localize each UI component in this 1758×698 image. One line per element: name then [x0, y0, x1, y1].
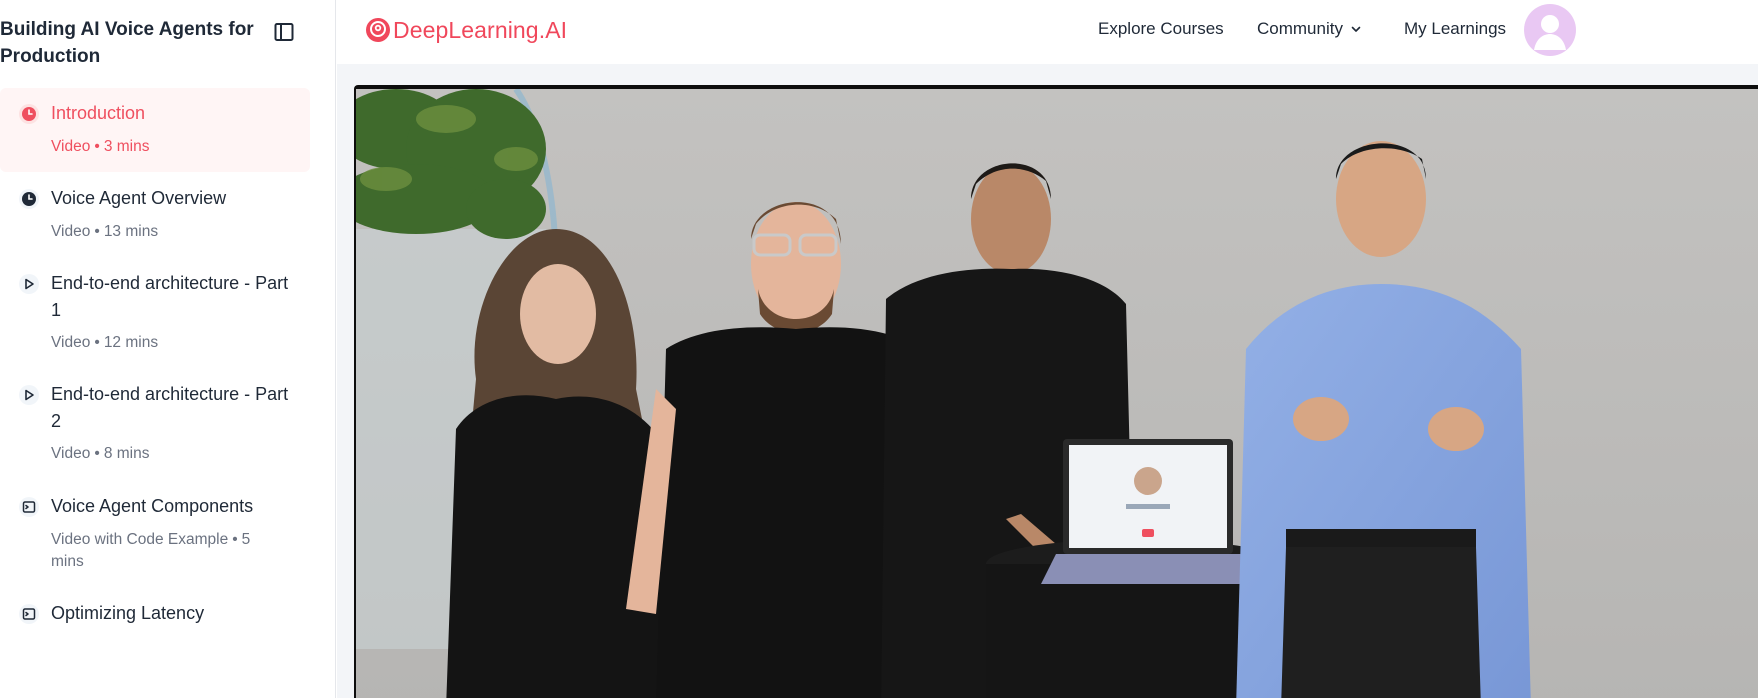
deeplearning-logo[interactable]: DeepLearning.AI [365, 14, 567, 46]
course-sidebar: Building AI Voice Agents for Production … [0, 0, 336, 698]
course-title: Building AI Voice Agents for Production [0, 19, 254, 67]
top-navigation-bar: DeepLearning.AI Explore Courses Communit… [337, 0, 1758, 64]
lesson-type: Video [51, 334, 91, 351]
user-avatar[interactable] [1524, 4, 1576, 56]
meta-separator: • [94, 223, 100, 240]
clock-icon [19, 189, 39, 209]
lesson-item-optimizing-latency[interactable]: Optimizing Latency [0, 588, 310, 648]
play-icon [19, 274, 39, 294]
lesson-meta: Video • 12 mins [51, 332, 261, 354]
lesson-duration: 13 mins [103, 223, 159, 240]
lesson-type: Video [51, 223, 91, 240]
lesson-duration: 12 mins [103, 334, 159, 351]
code-icon [19, 497, 39, 517]
meta-separator: • [94, 445, 100, 462]
lesson-meta: Video • 13 mins [51, 221, 261, 243]
meta-separator: • [232, 531, 238, 548]
lesson-item-introduction[interactable]: Introduction Video • 3 mins [0, 88, 310, 172]
lesson-meta: Video with Code Example • 5 mins [51, 529, 261, 573]
chevron-down-icon [1351, 26, 1361, 32]
sidebar-panel-icon [274, 23, 294, 41]
clock-icon [19, 104, 39, 124]
meta-separator: • [94, 334, 100, 351]
nav-my-learnings[interactable]: My Learnings [1404, 19, 1506, 39]
meta-separator: • [94, 138, 100, 155]
video-frame-image [356, 89, 1758, 698]
lesson-item-voice-agent-components[interactable]: Voice Agent Components Video with Code E… [0, 481, 310, 585]
video-player[interactable] [354, 85, 1758, 698]
lesson-duration: 8 mins [103, 445, 150, 462]
lesson-title: Introduction [51, 103, 146, 123]
logo-text: DeepLearning.AI [393, 16, 568, 43]
nav-community-dropdown[interactable]: Community [1257, 19, 1363, 39]
lesson-type: Video [51, 138, 91, 155]
lesson-item-voice-agent-overview[interactable]: Voice Agent Overview Video • 13 mins [0, 173, 310, 257]
code-icon [19, 604, 39, 624]
play-icon [19, 385, 39, 405]
lesson-title: End-to-end architecture - Part 2 [51, 384, 289, 431]
lesson-title: Voice Agent Overview [51, 188, 227, 208]
lesson-item-architecture-part-1[interactable]: End-to-end architecture - Part 1 Video • 1… [0, 258, 310, 368]
lesson-duration: 3 mins [103, 138, 150, 155]
lesson-title: End-to-end architecture - Part 1 [51, 273, 289, 320]
user-icon [1534, 15, 1566, 50]
lesson-meta: Video • 3 mins [51, 136, 261, 158]
lesson-title: Voice Agent Components [51, 496, 254, 516]
lesson-title: Optimizing Latency [51, 603, 205, 623]
sidebar-toggle-button[interactable] [272, 20, 296, 44]
deeplearning-logo-icon [366, 18, 390, 42]
lesson-item-architecture-part-2[interactable]: End-to-end architecture - Part 2 Video • 8… [0, 369, 310, 479]
app-root: Building AI Voice Agents for Production … [0, 0, 1758, 698]
lesson-type: Video [51, 445, 91, 462]
nav-community-label: Community [1257, 19, 1343, 38]
lesson-type: Video with Code Example [51, 531, 229, 548]
lesson-meta: Video • 8 mins [51, 443, 261, 465]
nav-explore-courses[interactable]: Explore Courses [1098, 19, 1224, 39]
